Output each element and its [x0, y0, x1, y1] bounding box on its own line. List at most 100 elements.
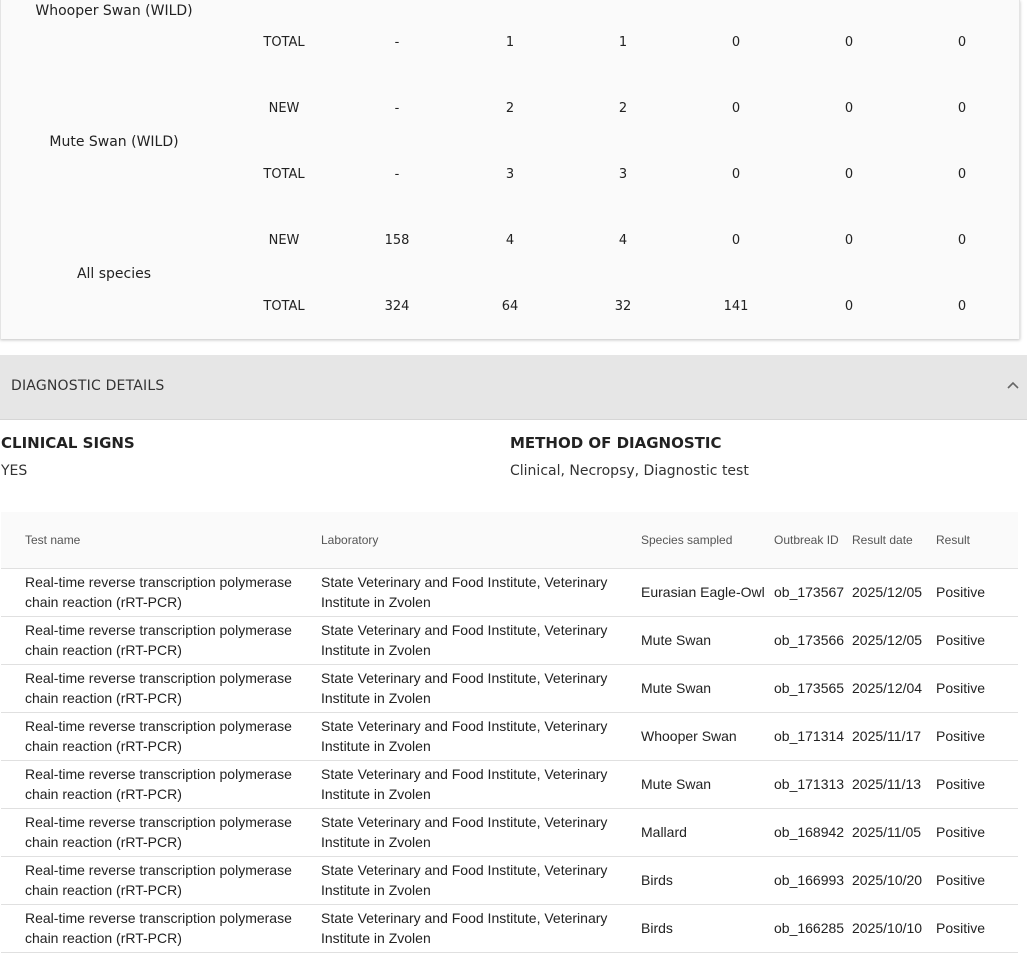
species-name: Whooper Swan (WILD)	[35, 3, 193, 19]
diagnostic-details-header[interactable]: DIAGNOSTIC DETAILS	[0, 355, 1027, 420]
column-header-result-date[interactable]: Result date	[852, 512, 936, 568]
result-date-cell: 2025/11/17	[852, 728, 922, 744]
chevron-up-icon[interactable]	[1005, 377, 1021, 393]
method-of-diagnostic-label: METHOD OF DIAGNOSTIC	[510, 434, 722, 452]
summary-cell: 0	[957, 35, 967, 50]
result-cell: Positive	[936, 632, 986, 648]
species-cell: Whooper Swan	[641, 728, 737, 744]
test-name-cell: Real-time reverse transcription polymera…	[1, 616, 321, 664]
summary-cell: 158	[384, 233, 410, 248]
diagnostic-tests-table: Test name Laboratory Species sampled Out…	[1, 512, 1018, 953]
laboratory-cell: State Veterinary and Food Institute, Vet…	[321, 808, 641, 856]
test-name-cell: Real-time reverse transcription polymera…	[1, 760, 321, 808]
summary-cell: 4	[618, 233, 628, 248]
laboratory-line: Institute in Zvolen	[321, 930, 431, 946]
laboratory-cell: State Veterinary and Food Institute, Vet…	[321, 616, 641, 664]
laboratory-cell: State Veterinary and Food Institute, Vet…	[321, 904, 641, 952]
result-cell: Positive	[936, 728, 986, 744]
result-cell: Positive	[936, 872, 986, 888]
summary-cell: 3	[618, 167, 628, 182]
species-cell: Mute Swan	[641, 632, 712, 648]
column-header-result[interactable]: Result	[936, 512, 1018, 568]
summary-cell: 0	[957, 233, 967, 248]
result-cell: Positive	[936, 824, 986, 840]
summary-cell: 0	[957, 101, 967, 116]
result-date-cell: 2025/12/04	[852, 680, 923, 696]
test-name-line: chain reaction (rRT-PCR)	[25, 930, 182, 946]
laboratory-line: State Veterinary and Food Institute, Vet…	[321, 766, 608, 782]
summary-cell: 0	[844, 35, 854, 50]
summary-cell: 2	[505, 101, 515, 116]
summary-cell: 1	[618, 35, 628, 50]
result-date-cell: 2025/11/05	[852, 824, 922, 840]
test-name-cell: Real-time reverse transcription polymera…	[1, 712, 321, 760]
laboratory-line: State Veterinary and Food Institute, Vet…	[321, 814, 608, 830]
summary-cell: 1	[505, 35, 515, 50]
summary-cell: 0	[844, 233, 854, 248]
outbreak-id-cell: ob_171313	[774, 776, 845, 792]
laboratory-line: Institute in Zvolen	[321, 642, 431, 658]
laboratory-line: State Veterinary and Food Institute, Vet…	[321, 718, 608, 734]
test-name-line: Real-time reverse transcription polymera…	[25, 766, 292, 782]
clinical-signs-label: CLINICAL SIGNS	[1, 434, 135, 452]
table-row: Real-time reverse transcription polymera…	[1, 712, 1018, 760]
test-name-line: Real-time reverse transcription polymera…	[25, 910, 292, 926]
row-type-label: TOTAL	[263, 35, 305, 50]
summary-cell: 2	[618, 101, 628, 116]
clinical-signs-value: YES	[1, 463, 28, 479]
laboratory-cell: State Veterinary and Food Institute, Vet…	[321, 856, 641, 904]
species-name: Mute Swan (WILD)	[49, 134, 179, 150]
result-cell: Positive	[936, 776, 986, 792]
species-cell: Eurasian Eagle-Owl	[641, 584, 765, 600]
table-row: Real-time reverse transcription polymera…	[1, 904, 1018, 952]
laboratory-line: State Veterinary and Food Institute, Vet…	[321, 622, 608, 638]
outbreak-id-cell: ob_166993	[774, 872, 845, 888]
summary-cell: -	[394, 167, 400, 182]
outbreak-id-cell: ob_166285	[774, 920, 845, 936]
column-header-species-sampled[interactable]: Species sampled	[641, 512, 774, 568]
test-name-line: Real-time reverse transcription polymera…	[25, 574, 292, 590]
test-name-line: Real-time reverse transcription polymera…	[25, 718, 292, 734]
outbreak-id-cell: ob_171314	[774, 728, 845, 744]
test-name-line: chain reaction (rRT-PCR)	[25, 786, 182, 802]
result-date-cell: 2025/12/05	[852, 584, 923, 600]
result-cell: Positive	[936, 680, 986, 696]
test-name-cell: Real-time reverse transcription polymera…	[1, 808, 321, 856]
row-type-label: TOTAL	[263, 299, 305, 314]
species-cell: Birds	[641, 872, 673, 888]
column-header-outbreak-id[interactable]: Outbreak ID	[774, 512, 852, 568]
table-row: Real-time reverse transcription polymera…	[1, 856, 1018, 904]
test-name-line: chain reaction (rRT-PCR)	[25, 738, 182, 754]
table-row: Real-time reverse transcription polymera…	[1, 808, 1018, 856]
table-row: Real-time reverse transcription polymera…	[1, 568, 1018, 616]
summary-cell: 0	[731, 233, 741, 248]
outbreak-id-cell: ob_173566	[774, 632, 845, 648]
test-name-line: Real-time reverse transcription polymera…	[25, 814, 292, 830]
laboratory-line: Institute in Zvolen	[321, 834, 431, 850]
row-type-label: TOTAL	[263, 167, 305, 182]
test-name-line: chain reaction (rRT-PCR)	[25, 882, 182, 898]
species-cell: Birds	[641, 920, 673, 936]
laboratory-line: State Veterinary and Food Institute, Vet…	[321, 910, 608, 926]
test-name-cell: Real-time reverse transcription polymera…	[1, 856, 321, 904]
table-row: Real-time reverse transcription polymera…	[1, 760, 1018, 808]
laboratory-line: Institute in Zvolen	[321, 738, 431, 754]
test-name-cell: Real-time reverse transcription polymera…	[1, 904, 321, 952]
test-name-line: chain reaction (rRT-PCR)	[25, 594, 182, 610]
summary-cell: 3	[505, 167, 515, 182]
laboratory-line: State Veterinary and Food Institute, Vet…	[321, 862, 608, 878]
laboratory-cell: State Veterinary and Food Institute, Vet…	[321, 568, 641, 616]
result-date-cell: 2025/10/20	[852, 872, 923, 888]
laboratory-line: Institute in Zvolen	[321, 594, 431, 610]
summary-cell: 0	[844, 101, 854, 116]
summary-cell: 0	[731, 101, 741, 116]
table-row: Real-time reverse transcription polymera…	[1, 664, 1018, 712]
laboratory-line: State Veterinary and Food Institute, Vet…	[321, 670, 608, 686]
column-header-test-name[interactable]: Test name	[1, 512, 321, 568]
column-header-laboratory[interactable]: Laboratory	[321, 512, 641, 568]
species-cell: Mute Swan	[641, 680, 712, 696]
summary-cell: 0	[957, 167, 967, 182]
laboratory-cell: State Veterinary and Food Institute, Vet…	[321, 760, 641, 808]
section-title: DIAGNOSTIC DETAILS	[11, 378, 165, 394]
summary-cell: 324	[384, 299, 410, 314]
